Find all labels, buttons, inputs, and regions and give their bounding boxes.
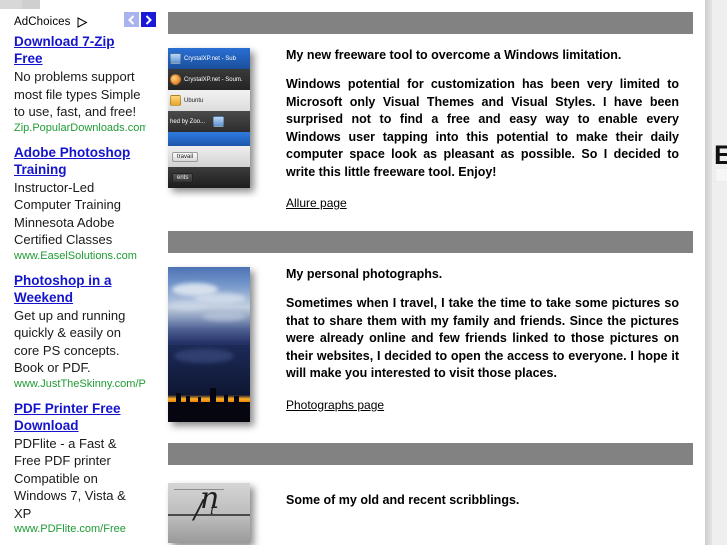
section-banner [168,231,693,253]
ad-prev-button[interactable] [124,12,139,27]
adchoices-bar: AdChoices [0,9,160,33]
partial-glyph: E [714,140,727,170]
ad-description: No problems support most file types Simp… [14,69,141,119]
adchoices-triangle-icon[interactable] [77,17,88,28]
section-scribblings: n / i Some of my old and recent scribbli… [160,422,705,543]
ad-display-url: www.PDFlite.com/Free [14,523,126,535]
main-content: CrystalXP.net - Sub CrystalXP.net - Soum… [160,0,705,545]
taskbar-item-label: CrystalXP.net - Soum. [184,76,243,83]
folder-icon [170,95,181,106]
ad-list: Download 7-Zip Free No problems support … [0,33,146,545]
page-root: AdChoices Download 7-Zip Free No problem… [0,0,727,545]
section-copy: My personal photographs. Sometimes when … [286,267,679,412]
chevron-right-icon [144,14,153,25]
section-heading: Some of my old and recent scribblings. [286,493,520,507]
taskbar-item-label: Ubuntu [184,97,204,104]
scribblings-thumbnail[interactable]: n / i [168,483,250,543]
chevron-left-icon [127,14,136,25]
ad-item: PDF Printer Free Download PDFlite - a Fa… [14,400,146,537]
taskbar-item-label: CrystalXP.net - Sub [184,55,236,62]
section-body-text: Windows potential for customization has … [286,77,679,179]
ad-display-url: www.EaselSolutions.com [14,249,137,262]
section-banner [168,443,693,465]
section-link[interactable]: Photographs page [286,398,384,412]
ad-description: PDFlite - a Fast & Free PDF printer Comp… [14,435,126,521]
ad-title-link[interactable]: PDF Printer Free Download [14,400,146,434]
ad-item: Adobe Photoshop Training Instructor-Led … [14,144,146,263]
ad-sidebar: AdChoices Download 7-Zip Free No problem… [0,9,160,545]
ad-next-button[interactable] [141,12,156,27]
section-body-text: Sometimes when I travel, I take the time… [286,296,679,380]
sky-photograph-thumbnail[interactable] [168,267,250,422]
section-link[interactable]: Allure page [286,196,347,210]
right-gutter: E [705,0,727,545]
ad-description: Get up and running quickly & easily on c… [14,307,126,376]
ad-item: Download 7-Zip Free No problems support … [14,33,146,135]
taskbar-item-label: travail [172,151,199,162]
window-icon [213,116,225,127]
section-copy: My new freeware tool to overcome a Windo… [286,48,679,210]
ad-display-url: Zip.PopularDownloads.com [14,121,146,134]
thumbnail-container [168,267,264,422]
taskbar-item-label: ents [172,172,194,183]
windows-taskbar-thumbnail[interactable]: CrystalXP.net - Sub CrystalXP.net - Soum… [168,48,250,188]
section-heading: My personal photographs. [286,267,443,281]
gutter-edge-shade [705,0,712,545]
ad-nav-arrows [124,12,156,27]
ad-item: Photoshop in a Weekend Get up and runnin… [14,272,146,391]
gutter-ghost-block [715,168,727,182]
firefox-icon [170,74,181,85]
section-heading: My new freeware tool to overcome a Windo… [286,48,622,62]
thumbnail-container: CrystalXP.net - Sub CrystalXP.net - Soum… [168,48,264,188]
section-allure: CrystalXP.net - Sub CrystalXP.net - Soum… [160,0,705,210]
section-banner [168,12,693,34]
top-left-gray-stub-secondary [22,0,40,9]
ad-display-url: www.JustTheSkinny.com/Phot [14,377,146,390]
section-photographs: My personal photographs. Sometimes when … [160,210,705,422]
taskbar-item-label: hed by Zoo... [170,118,206,125]
ad-title-link[interactable]: Adobe Photoshop Training [14,144,146,178]
ad-title-link[interactable]: Photoshop in a Weekend [14,272,146,306]
thumbnail-container: n / i [168,483,264,543]
ad-title-link[interactable]: Download 7-Zip Free [14,33,146,67]
adchoices-label: AdChoices [14,15,71,28]
section-copy: Some of my old and recent scribblings. [286,483,679,521]
ad-description: Instructor-Led Computer Training Minneso… [14,179,121,248]
window-icon [170,53,181,64]
